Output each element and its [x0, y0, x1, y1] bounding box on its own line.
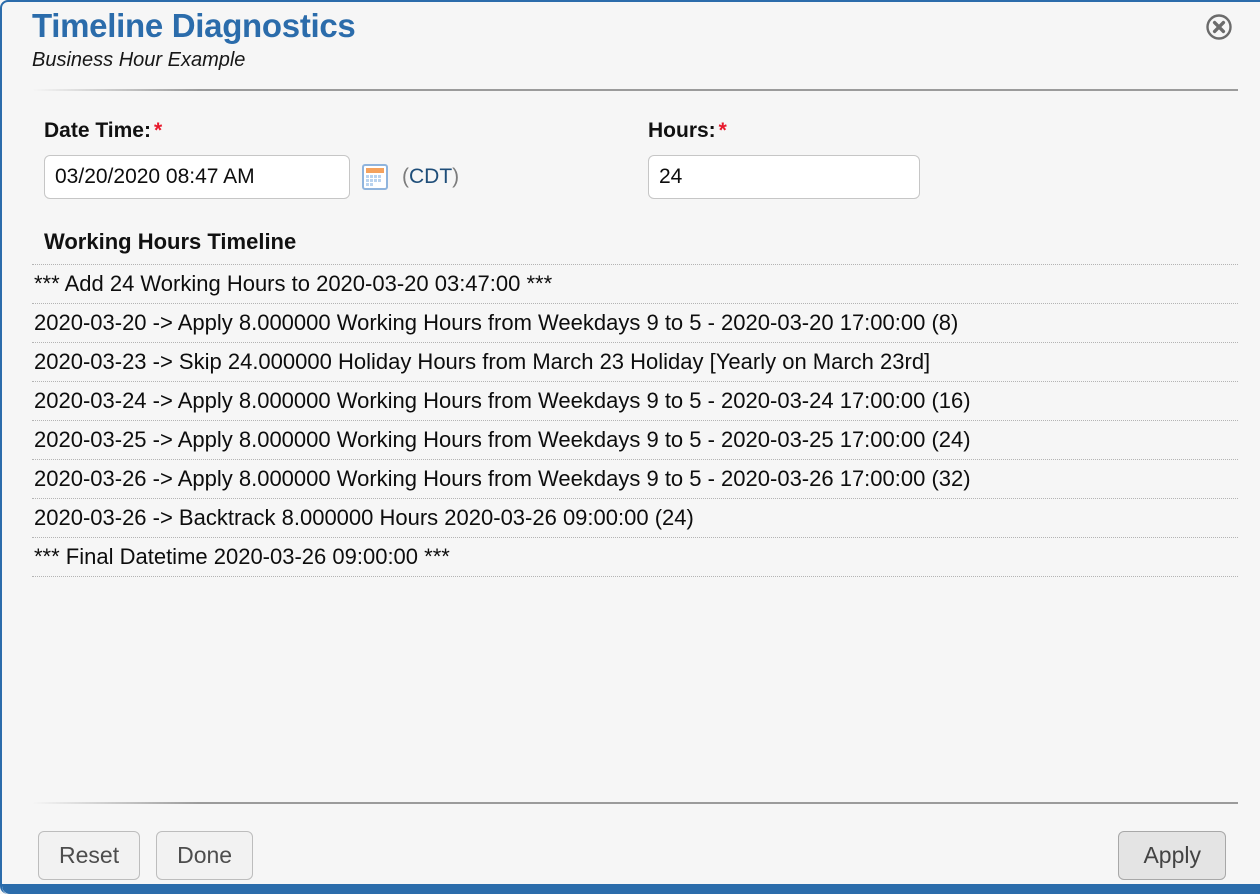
calendar-icon[interactable]	[362, 164, 388, 191]
datetime-field-group: Date Time: * 03/20/2020 08:47 AM (CDT)	[44, 119, 648, 200]
datetime-input-line: (CDT)	[44, 155, 648, 200]
footer-divider	[32, 802, 1238, 804]
list-item: 2020-03-26 -> Apply 8.000000 Working Hou…	[32, 458, 1238, 498]
hours-input-line	[648, 155, 920, 200]
timeline-section-title: Working Hours Timeline	[44, 229, 297, 255]
hours-label-text: Hours:	[648, 119, 716, 143]
required-asterisk: *	[718, 119, 727, 143]
apply-button[interactable]: Apply	[1118, 830, 1226, 880]
timezone-value: CDT	[409, 165, 453, 189]
page-title: Timeline Diagnostics	[32, 7, 356, 44]
hours-label: Hours: *	[648, 119, 920, 143]
page-subtitle: Business Hour Example	[32, 49, 246, 72]
hours-field-group: Hours: *	[648, 119, 920, 200]
required-asterisk: *	[153, 119, 163, 143]
datetime-label: Date Time: *	[44, 119, 648, 143]
close-icon[interactable]	[1206, 14, 1232, 40]
dialog-footer: Reset Done Apply	[2, 822, 1260, 888]
list-item: 2020-03-23 -> Skip 24.000000 Holiday Hou…	[32, 342, 1238, 381]
list-item: *** Final Datetime 2020-03-26 09:00:00 *…	[32, 536, 1238, 577]
reset-button[interactable]: Reset	[38, 830, 141, 880]
list-item: *** Add 24 Working Hours to 2020-03-20 0…	[32, 264, 1238, 303]
hours-input[interactable]	[648, 155, 920, 200]
datetime-input[interactable]	[44, 155, 350, 200]
working-hours-timeline: Working Hours Timeline *** Add 24 Workin…	[32, 229, 1238, 577]
timezone-paren-open: (	[402, 165, 409, 189]
footer-left-buttons: Reset Done	[38, 830, 254, 880]
datetime-label-text: Date Time:	[44, 119, 151, 143]
form-row: Date Time: * 03/20/2020 08:47 AM (CDT) H…	[2, 91, 1260, 200]
timezone-paren-close: )	[452, 165, 460, 189]
timeline-diagnostics-dialog: Timeline Diagnostics Business Hour Examp…	[0, 0, 1260, 894]
dialog-header: Timeline Diagnostics Business Hour Examp…	[2, 2, 1260, 71]
done-button[interactable]: Done	[156, 830, 254, 880]
list-item: 2020-03-24 -> Apply 8.000000 Working Hou…	[32, 381, 1238, 420]
timezone-label: (CDT)	[402, 165, 459, 189]
list-item: 2020-03-25 -> Apply 8.000000 Working Hou…	[32, 419, 1238, 459]
list-item: 2020-03-20 -> Apply 8.000000 Working Hou…	[32, 303, 1238, 342]
bottom-accent-bar	[2, 884, 1260, 894]
list-item: 2020-03-26 -> Backtrack 8.000000 Hours 2…	[32, 497, 1238, 537]
